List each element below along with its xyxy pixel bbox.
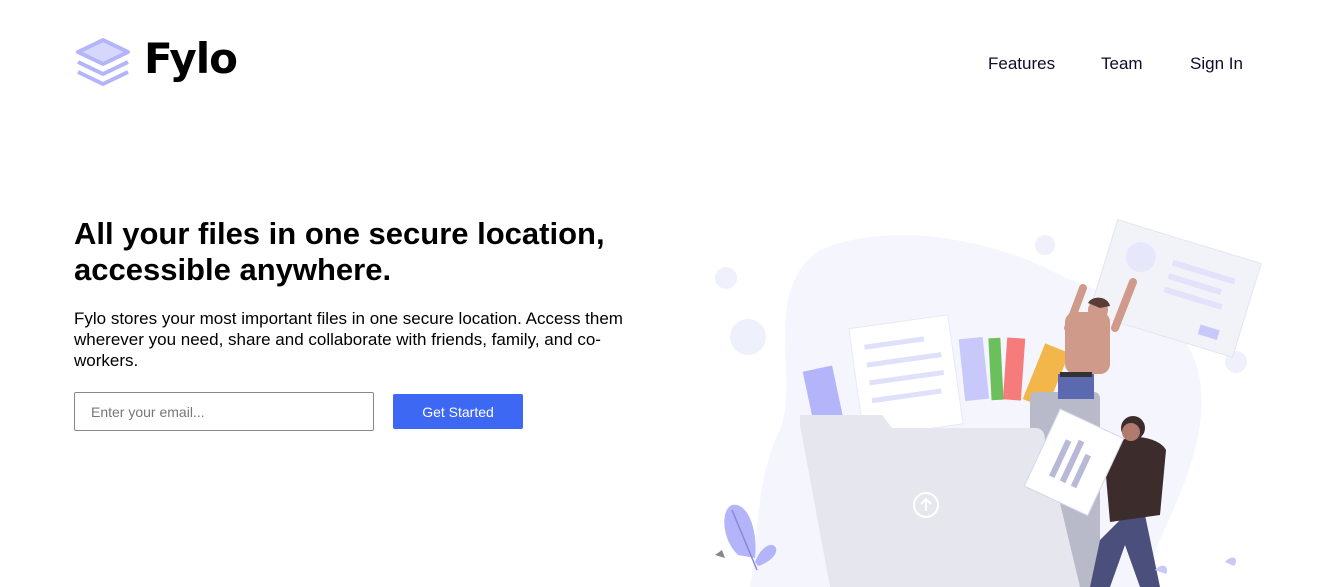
hero-illustration bbox=[715, 219, 1262, 587]
decor-circle bbox=[715, 267, 737, 289]
hero-section: All your files in one secure location, a… bbox=[74, 216, 634, 371]
hero-title-line2: accessible anywhere. bbox=[74, 252, 392, 287]
folder-front bbox=[800, 415, 1080, 587]
email-input[interactable] bbox=[74, 392, 374, 431]
hero-description: Fylo stores your most important files in… bbox=[74, 309, 623, 370]
nav-features-link[interactable]: Features bbox=[988, 54, 1055, 74]
decor-circle bbox=[1035, 235, 1055, 255]
hero-title: All your files in one secure location, a… bbox=[74, 216, 634, 288]
decor-circle bbox=[730, 319, 766, 355]
get-started-button[interactable]: Get Started bbox=[393, 394, 523, 429]
hero-title-line1: All your files in one secure location, bbox=[74, 216, 605, 251]
nav-signin-link[interactable]: Sign In bbox=[1190, 54, 1243, 74]
main-nav: Features Team Sign In bbox=[0, 54, 1337, 76]
site-header: Fylo Features Team Sign In bbox=[0, 0, 1337, 120]
leaf-decor bbox=[1225, 557, 1237, 566]
nav-team-link[interactable]: Team bbox=[1101, 54, 1143, 74]
